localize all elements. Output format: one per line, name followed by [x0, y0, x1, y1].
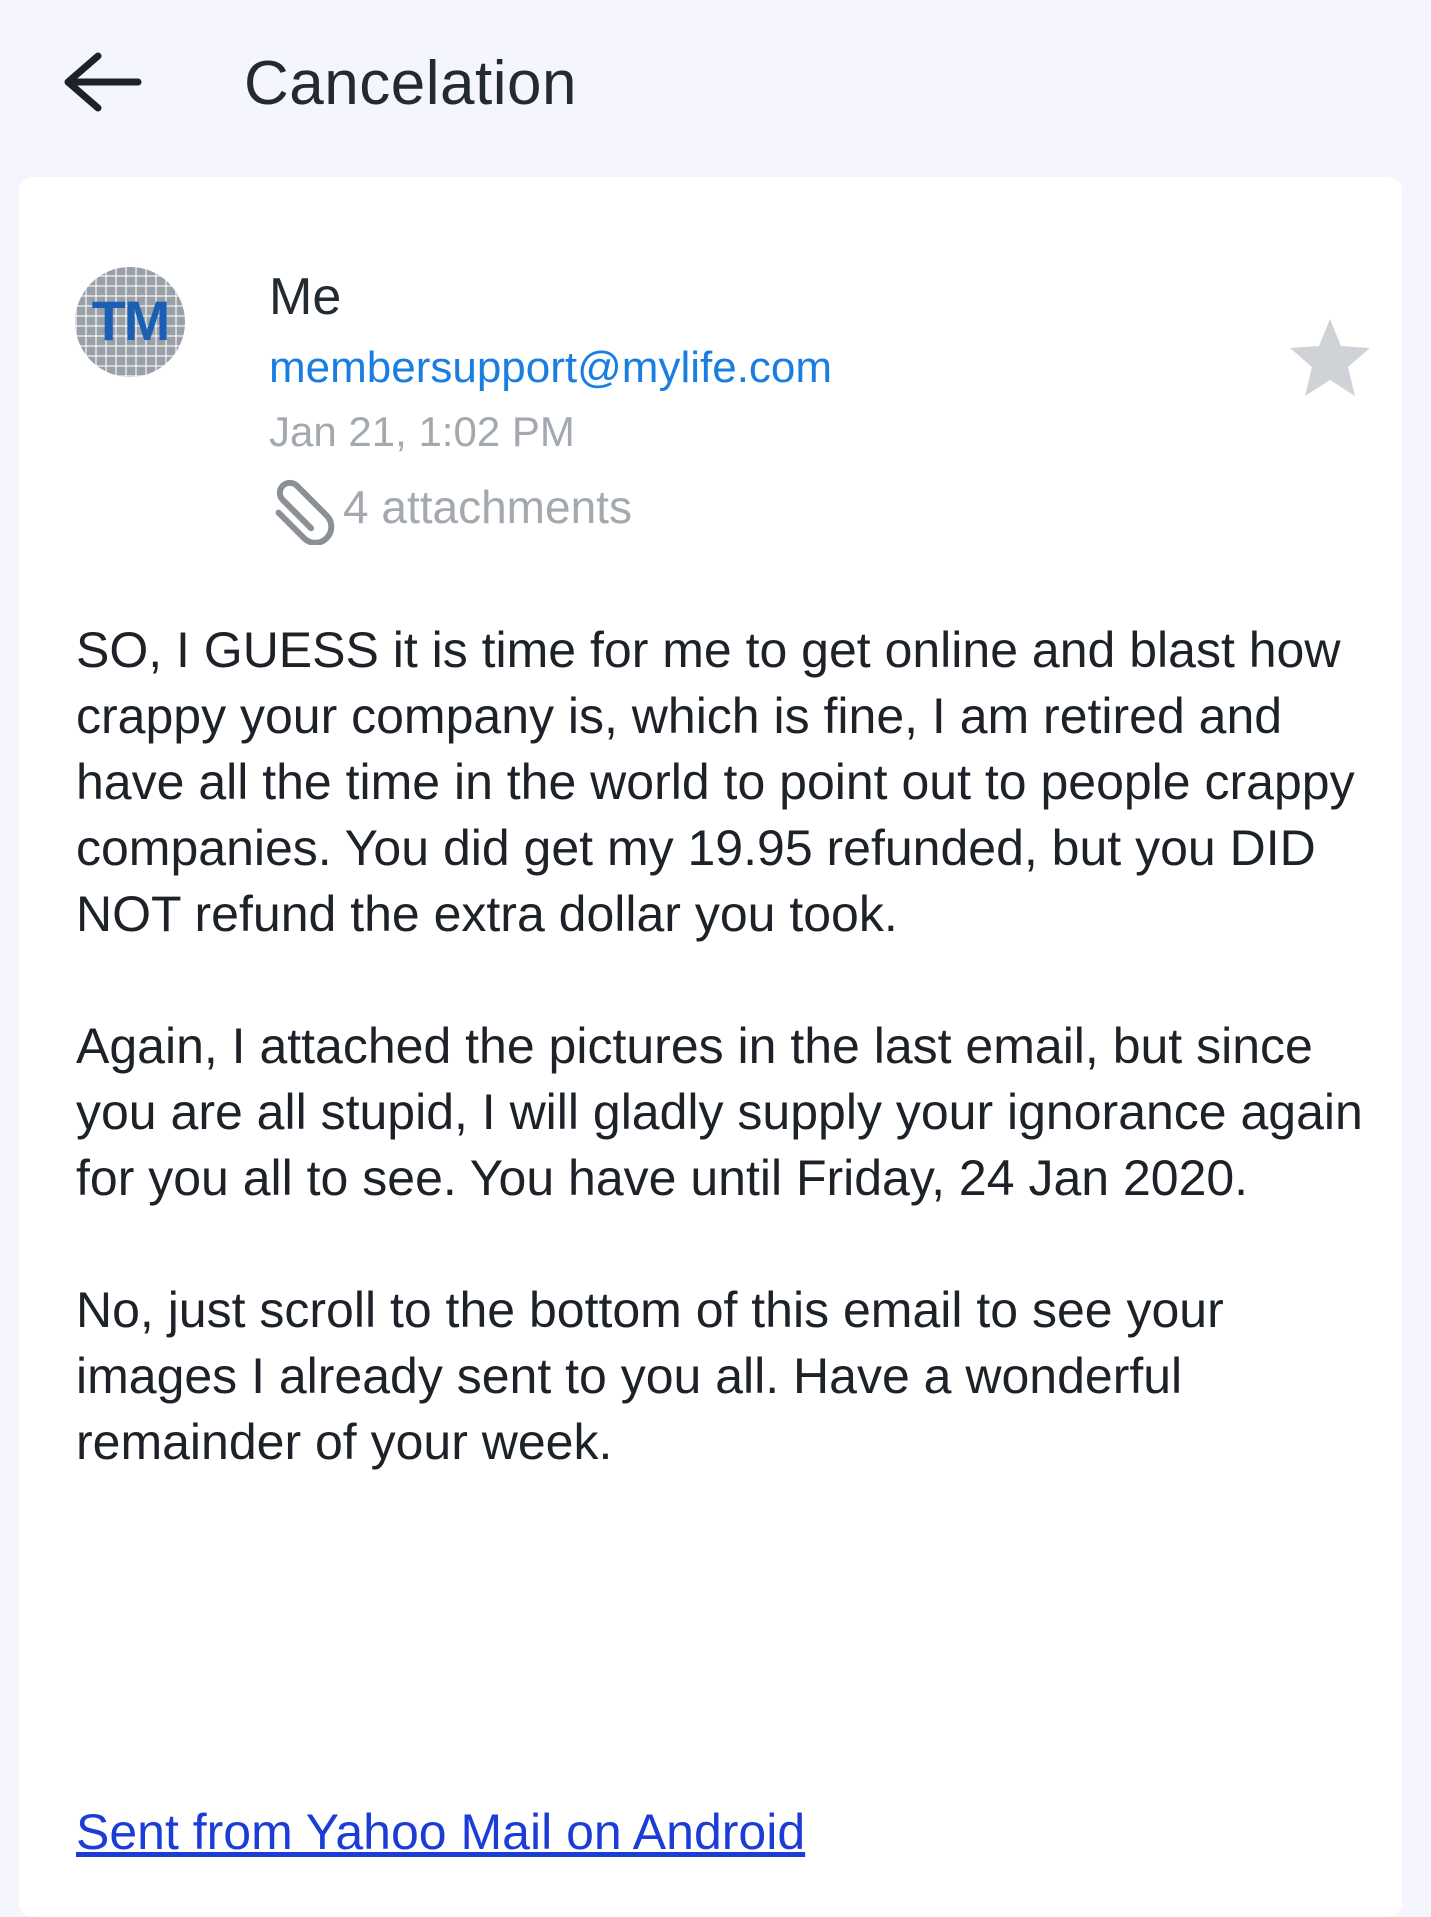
app-bar: Cancelation [0, 0, 1431, 176]
attachments-count: 4 attachments [343, 481, 632, 533]
page-title: Cancelation [244, 49, 577, 118]
message-card: TM Me membersupport@mylife.com Jan 21, 1… [19, 177, 1402, 1917]
attachments-link[interactable]: 4 attachments [267, 467, 632, 547]
body-paragraph: SO, I GUESS it is time for me to get onl… [76, 622, 1355, 942]
back-button[interactable] [52, 42, 148, 122]
recipient-email[interactable]: membersupport@mylife.com [269, 343, 832, 393]
paperclip-icon [275, 479, 335, 545]
avatar[interactable]: TM [75, 267, 185, 377]
back-arrow-icon [64, 52, 142, 112]
star-icon [1290, 319, 1370, 396]
body-paragraph: Again, I attached the pictures in the la… [76, 1018, 1363, 1206]
signature-link[interactable]: Sent from Yahoo Mail on Android [76, 1799, 805, 1865]
star-button[interactable] [1287, 315, 1373, 401]
body-paragraph: No, just scroll to the bottom of this em… [76, 1282, 1224, 1470]
sender-name: Me [269, 268, 342, 326]
message-body: SO, I GUESS it is time for me to get onl… [76, 617, 1376, 1541]
avatar-initials: TM [91, 288, 171, 352]
sent-date: Jan 21, 1:02 PM [269, 408, 575, 455]
